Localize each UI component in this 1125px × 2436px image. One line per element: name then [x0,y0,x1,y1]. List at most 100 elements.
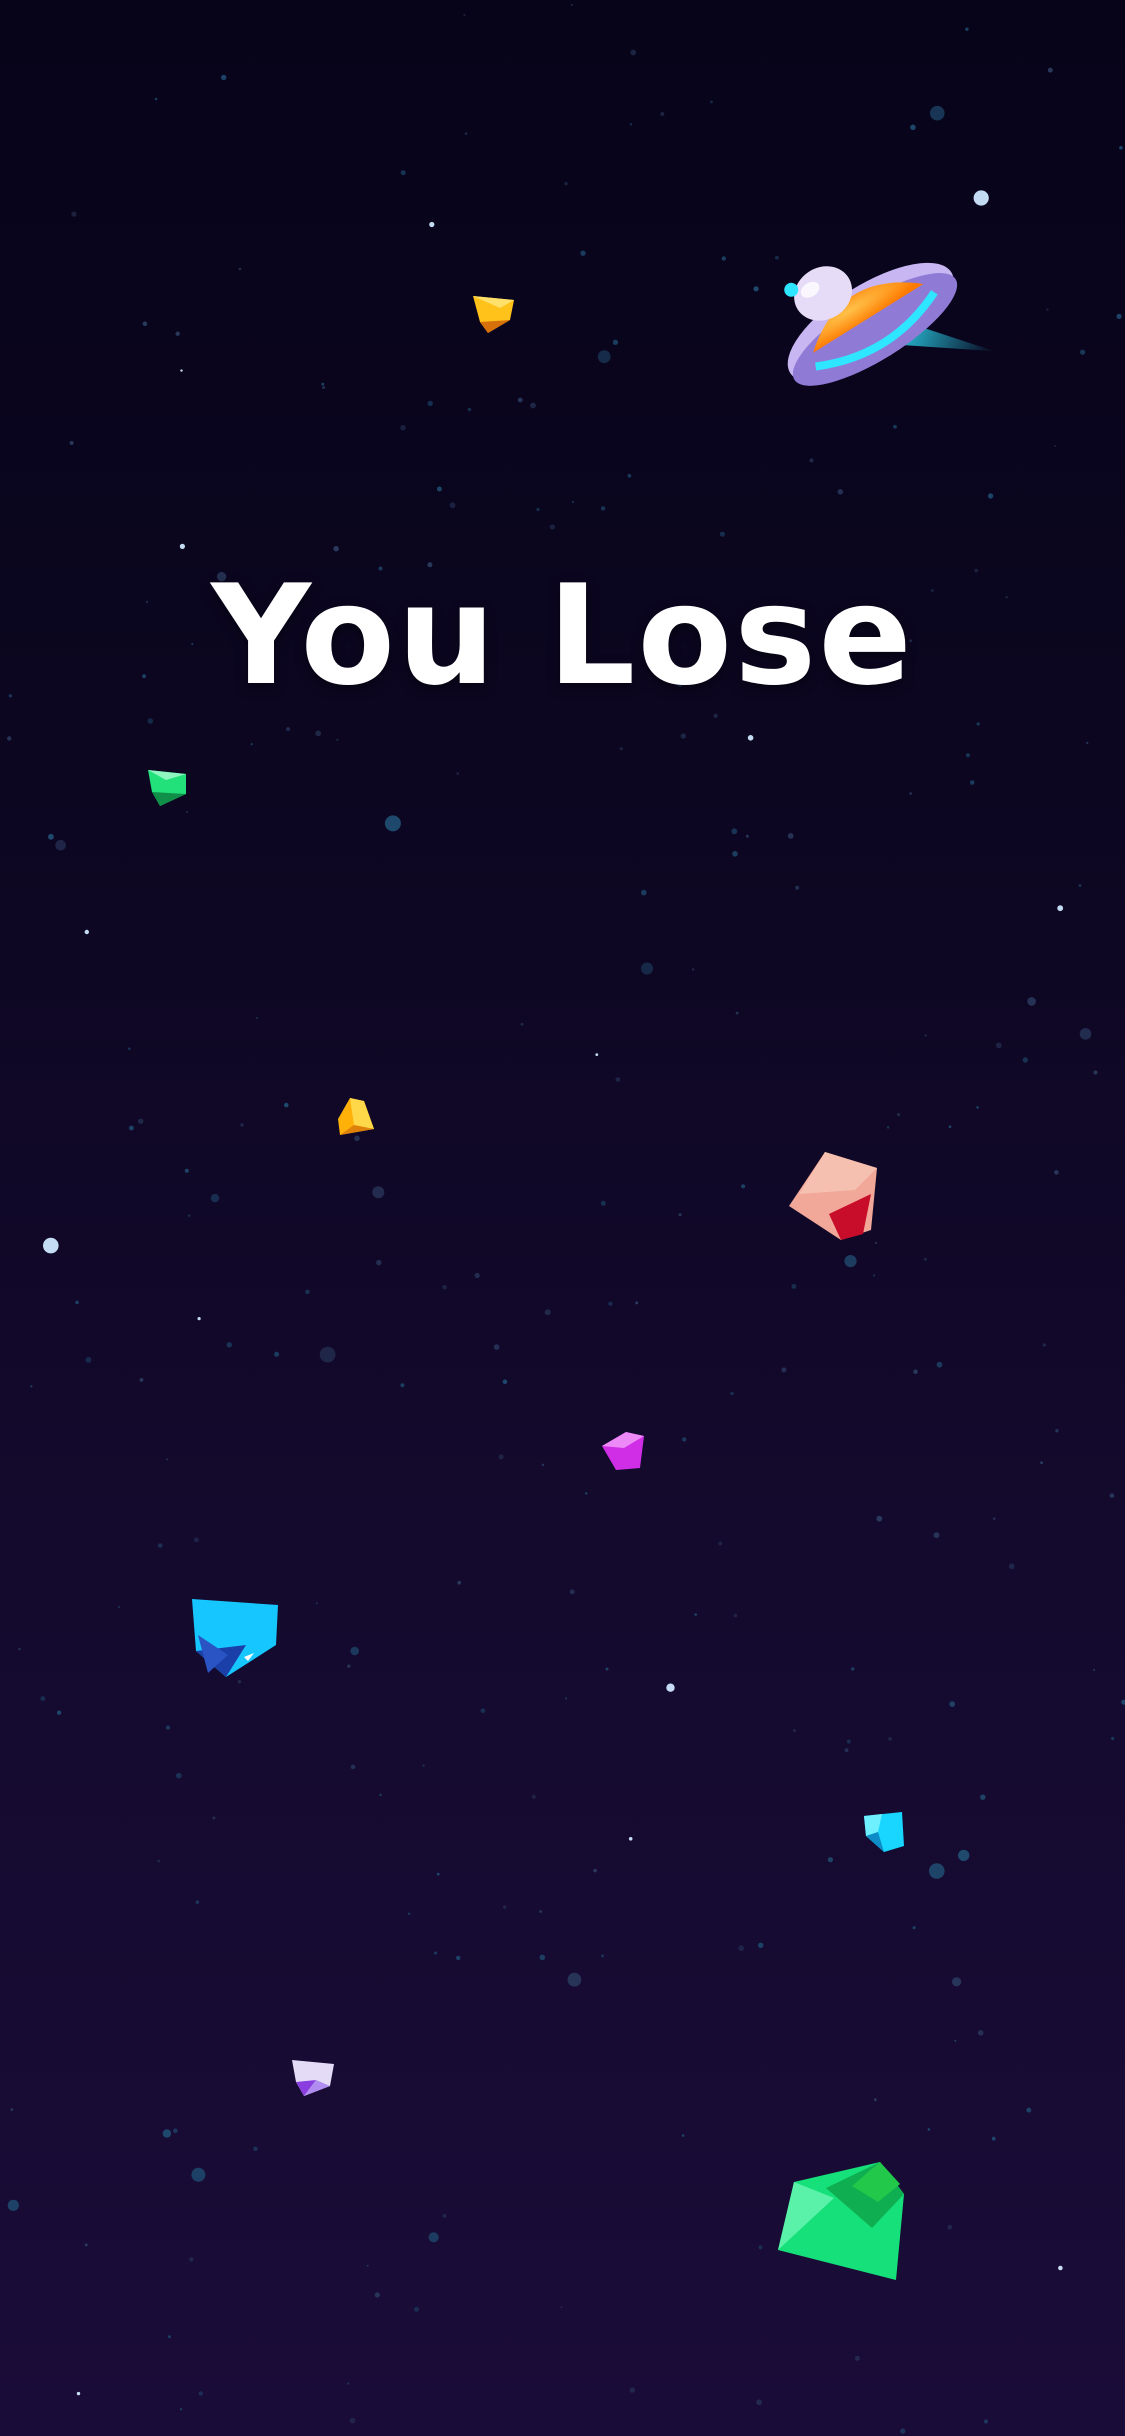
star [18,1647,21,1651]
star [585,1492,588,1495]
star [187,1214,191,1217]
star [221,74,227,81]
star [333,546,339,552]
star [1080,349,1086,355]
star [1046,308,1049,311]
star [184,1168,189,1173]
star [117,1606,120,1609]
star [75,1300,79,1305]
star [600,1200,606,1206]
star [157,1543,163,1548]
star [1057,905,1064,912]
star [733,1613,738,1618]
star [619,747,623,751]
star [400,170,406,176]
star [69,441,74,445]
star [930,105,945,121]
star [305,1289,310,1295]
star [980,1794,986,1800]
star [539,1910,542,1913]
star [165,1458,168,1461]
star [315,730,322,737]
star [286,727,291,732]
star [442,1285,447,1290]
star [408,1912,411,1915]
star [641,962,653,975]
star [1078,884,1082,887]
star [198,2391,203,2396]
star [787,833,794,839]
star [629,2387,635,2393]
star [530,402,536,409]
star [965,27,969,31]
star [250,743,253,746]
star [936,1361,943,1368]
star [795,885,800,890]
star [544,1309,551,1316]
star [791,1284,797,1289]
star [498,1454,504,1460]
star [597,350,611,364]
star [539,1954,546,1961]
star [888,1737,892,1741]
gold-gem [473,296,514,333]
star [976,722,980,726]
star [366,2264,369,2267]
star [226,1342,232,1348]
star [947,2224,953,2230]
star [924,1034,928,1037]
star [372,1186,385,1199]
star [1093,1668,1096,1671]
star [1008,1563,1015,1570]
star [191,2167,206,2182]
star [336,738,339,741]
star [84,2243,88,2247]
star [635,1301,639,1305]
star [456,772,460,775]
star [193,1537,199,1543]
star [347,2382,350,2385]
star [322,386,326,389]
star [168,2335,171,2339]
star [721,256,726,261]
star [933,1532,940,1539]
star [56,1710,62,1715]
star [927,2128,931,2131]
star [949,1701,955,1707]
star [601,1954,605,1958]
star [414,2306,419,2312]
star [682,1437,687,1442]
star [467,407,472,412]
star [71,211,77,217]
star [139,1378,144,1382]
star [400,1383,405,1388]
star [1093,1070,1098,1075]
star [995,1042,1002,1049]
star [991,2136,996,2141]
star [983,2419,989,2424]
star [560,2306,563,2309]
star [43,1237,59,1254]
star [40,1696,46,1702]
star [1027,997,1036,1006]
star [197,1317,201,1321]
star [913,1369,918,1374]
star [876,1515,883,1522]
star [731,828,738,835]
star [147,718,154,724]
star [924,1257,927,1261]
star [756,2399,762,2406]
gold-gem [338,1098,374,1135]
star [580,250,586,256]
star [1047,67,1053,73]
star [741,1184,746,1189]
star [531,1794,536,1799]
star [84,929,90,935]
star [595,1053,599,1056]
star [429,221,435,228]
star [517,397,523,403]
star [965,753,970,758]
star [549,524,555,530]
star [1111,1736,1115,1741]
star [384,815,401,832]
